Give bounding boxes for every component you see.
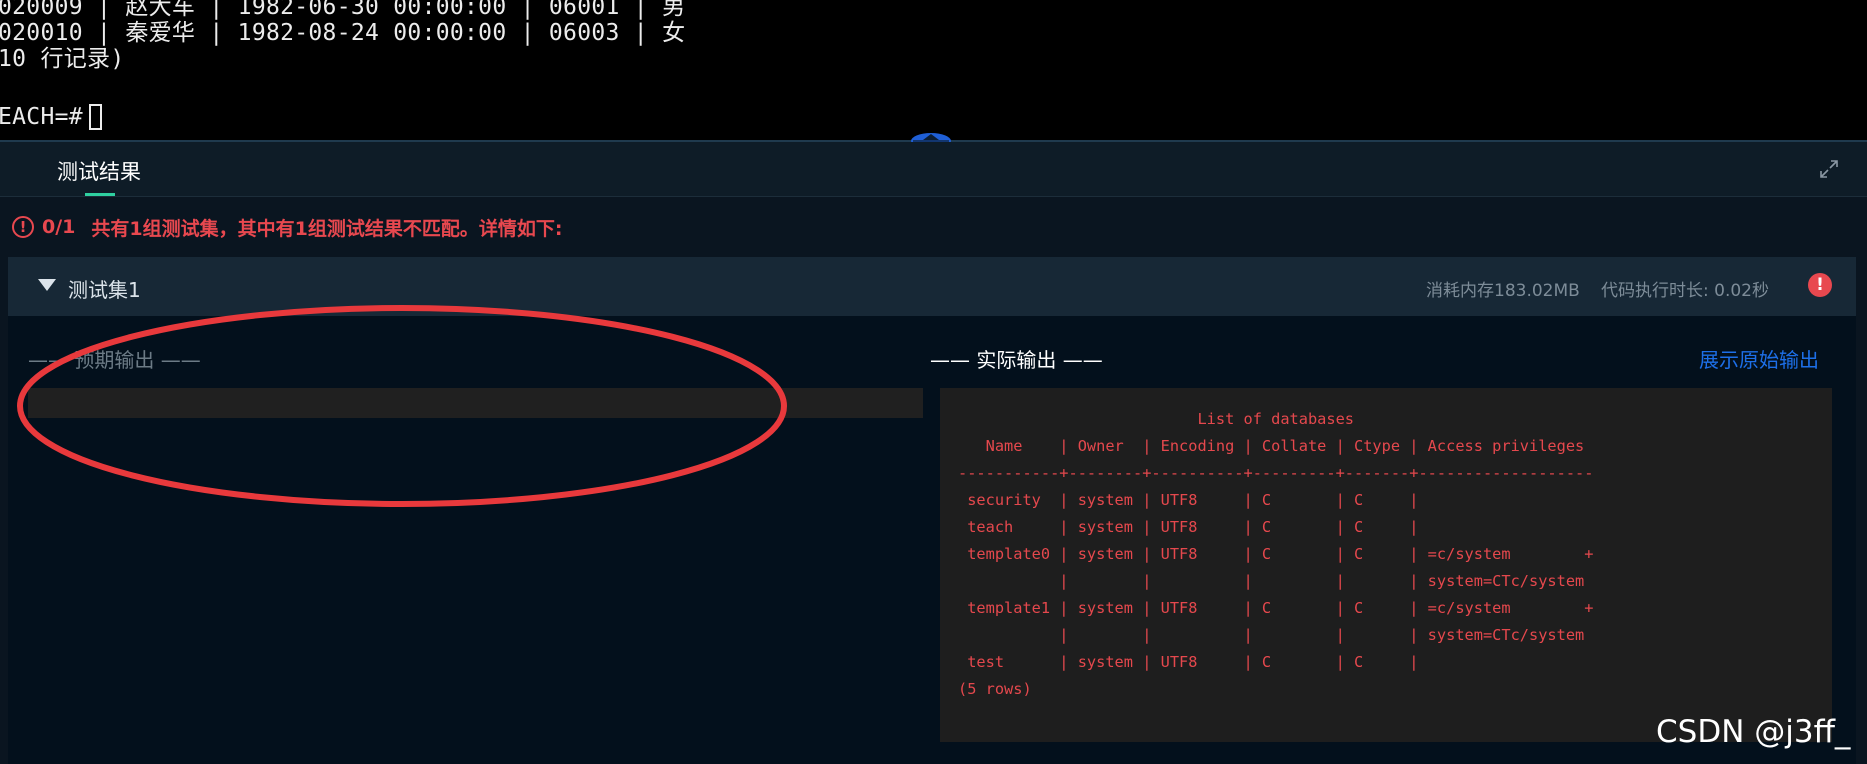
show-raw-output-link[interactable]: 展示原始输出 — [1699, 344, 1819, 373]
tab-test-result[interactable]: 测试结果 — [57, 156, 141, 186]
result-panel-header: 测试结果 — [0, 142, 1867, 197]
actual-output-text: List of databases Name | Owner | Encodin… — [958, 410, 1594, 698]
caret-down-icon[interactable] — [38, 279, 56, 291]
terminal-cursor — [88, 104, 102, 130]
terminal-prompt: EACH=# — [0, 104, 83, 130]
summary-score: 0/1 — [42, 216, 76, 238]
test-set-body: —— 预期输出 —— —— 实际输出 —— 展示原始输出 List of dat… — [8, 316, 1856, 764]
alert-circle-icon: ! — [12, 216, 34, 238]
execution-time: 代码执行时长: 0.02秒 — [1601, 281, 1769, 301]
test-summary: ! 0/1 共有1组测试集，其中有1组测试结果不匹配。详情如下: — [12, 212, 562, 242]
expand-icon[interactable] — [1818, 158, 1840, 180]
actual-output-label: —— 实际输出 —— — [930, 348, 1103, 372]
memory-usage: 消耗内存183.02MB — [1426, 281, 1580, 301]
expected-output-label: —— 预期输出 —— — [28, 348, 201, 372]
actual-output-box: List of databases Name | Owner | Encodin… — [940, 388, 1832, 742]
error-status-icon: ! — [1808, 273, 1832, 297]
expected-output-box — [28, 388, 923, 418]
summary-text: 共有1组测试集，其中有1组测试结果不匹配。详情如下: — [91, 217, 563, 240]
active-tab-indicator — [85, 193, 115, 196]
terminal-prompt-line[interactable]: EACH=# — [0, 104, 102, 130]
terminal-output: 020009 | 赵大车 | 1982-06-30 00:00:00 | 060… — [0, 0, 1867, 140]
watermark: CSDN @j3ff_ — [1656, 714, 1851, 750]
test-set-header[interactable]: 测试集1 消耗内存183.02MB 代码执行时长: 0.02秒 ! — [8, 257, 1856, 316]
terminal-line: 020010 | 秦爱华 | 1982-08-24 00:00:00 | 060… — [0, 20, 686, 46]
test-set-title: 测试集1 — [68, 278, 141, 302]
terminal-line: 020009 | 赵大车 | 1982-06-30 00:00:00 | 060… — [0, 0, 686, 20]
terminal-line: 10 行记录) — [0, 46, 125, 72]
